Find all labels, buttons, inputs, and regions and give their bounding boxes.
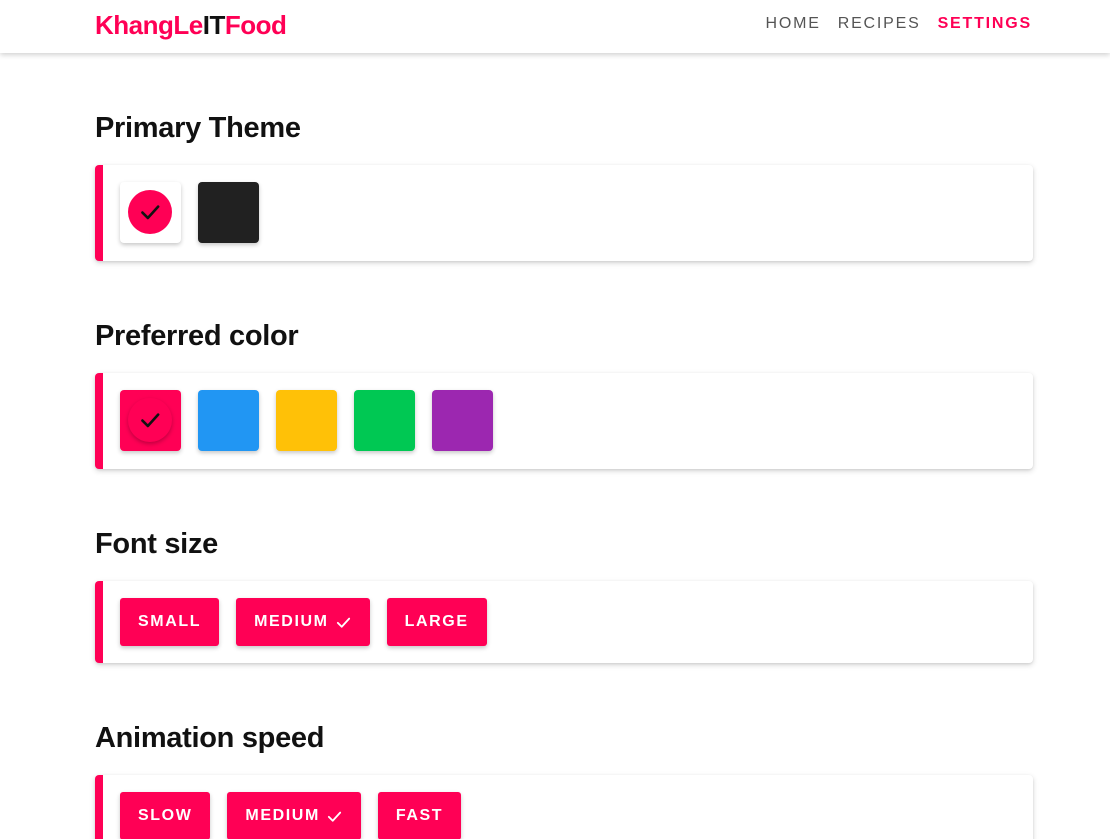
theme-light-swatch[interactable]	[120, 182, 181, 243]
font-size-panel: SMALL MEDIUM LARGE	[95, 581, 1033, 663]
color-green-swatch[interactable]	[354, 390, 415, 451]
check-icon	[141, 205, 160, 220]
speed-medium-button[interactable]: MEDIUM	[227, 792, 361, 839]
font-size-small-button[interactable]: SMALL	[120, 598, 220, 646]
font-size-section: Font size SMALL MEDIUM LARGE	[95, 528, 1033, 663]
nav-home-link[interactable]: HOME	[766, 15, 821, 33]
primary-theme-panel	[95, 165, 1033, 261]
brand-part-2: IT	[202, 10, 226, 40]
brand-logo[interactable]: KhangLeITFood	[95, 10, 287, 41]
speed-fast-button[interactable]: FAST	[377, 792, 462, 839]
font-size-medium-button[interactable]: MEDIUM	[236, 598, 370, 646]
selected-check-circle	[128, 398, 172, 442]
color-blue-swatch[interactable]	[198, 390, 259, 451]
font-size-title: Font size	[95, 528, 218, 560]
check-icon	[141, 413, 160, 428]
animation-speed-panel: SLOW MEDIUM FAST	[95, 775, 1033, 839]
color-pink-swatch[interactable]	[120, 390, 181, 451]
primary-theme-title: Primary Theme	[95, 112, 301, 144]
animation-speed-section: Animation speed SLOW MEDIUM FAST	[95, 722, 1033, 839]
button-label: MEDIUM	[254, 613, 329, 630]
button-label: SLOW	[138, 807, 193, 824]
brand-part-3: Food	[224, 10, 287, 40]
preferred-color-panel	[95, 373, 1033, 469]
main-nav: HOME RECIPES SETTINGS	[766, 15, 1032, 33]
color-purple-swatch[interactable]	[432, 390, 493, 451]
top-navbar: KhangLeITFood HOME RECIPES SETTINGS	[0, 0, 1110, 53]
nav-recipes-link[interactable]: RECIPES	[838, 15, 921, 33]
brand-part-1: KhangLe	[95, 10, 203, 40]
check-icon	[327, 811, 341, 822]
nav-settings-link[interactable]: SETTINGS	[938, 15, 1032, 33]
animation-speed-title: Animation speed	[95, 722, 325, 754]
selected-check-circle	[128, 190, 172, 234]
color-amber-swatch[interactable]	[276, 390, 337, 451]
preferred-color-section: Preferred color	[95, 320, 1033, 469]
button-label: LARGE	[404, 613, 469, 630]
check-icon	[336, 617, 350, 628]
primary-theme-section: Primary Theme	[95, 112, 1033, 261]
speed-slow-button[interactable]: SLOW	[120, 792, 211, 839]
preferred-color-title: Preferred color	[95, 320, 299, 352]
button-label: MEDIUM	[245, 807, 320, 824]
button-label: SMALL	[138, 613, 202, 630]
button-label: FAST	[395, 807, 444, 824]
font-size-large-button[interactable]: LARGE	[386, 598, 487, 646]
theme-dark-swatch[interactable]	[198, 182, 259, 243]
